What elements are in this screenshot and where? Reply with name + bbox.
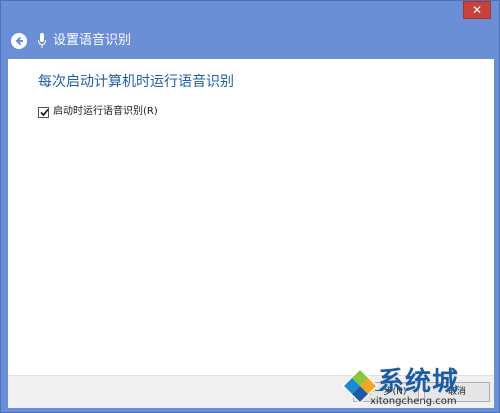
run-at-startup-label: 启动时运行语音识别(R)	[53, 106, 158, 117]
checkmark-icon	[40, 108, 49, 116]
run-at-startup-option[interactable]: 启动时运行语音识别(R)	[38, 105, 158, 119]
run-at-startup-checkbox[interactable]	[38, 106, 49, 118]
wizard-header: 设置语音识别	[1, 25, 499, 59]
watermark-url: xitongcheng.com	[370, 396, 457, 407]
content-panel: 每次启动计算机时运行语音识别 启动时运行语音识别(R)	[8, 59, 494, 375]
page-heading: 每次启动计算机时运行语音识别	[38, 74, 234, 90]
back-button[interactable]	[11, 33, 27, 49]
title-bar: ✕	[1, 1, 499, 25]
microphone-icon	[38, 33, 46, 48]
back-arrow-icon	[11, 33, 27, 49]
watermark-logo: 系统城 xitongcheng.com	[340, 362, 500, 413]
watermark-text: 系统城	[378, 367, 460, 397]
wizard-title: 设置语音识别	[53, 33, 132, 48]
speech-setup-window: ✕ 设置语音识别 每次启动计算机时运行语音识别 启动时运行语音识别(R) 下一步…	[0, 0, 500, 413]
close-button[interactable]: ✕	[463, 1, 491, 19]
